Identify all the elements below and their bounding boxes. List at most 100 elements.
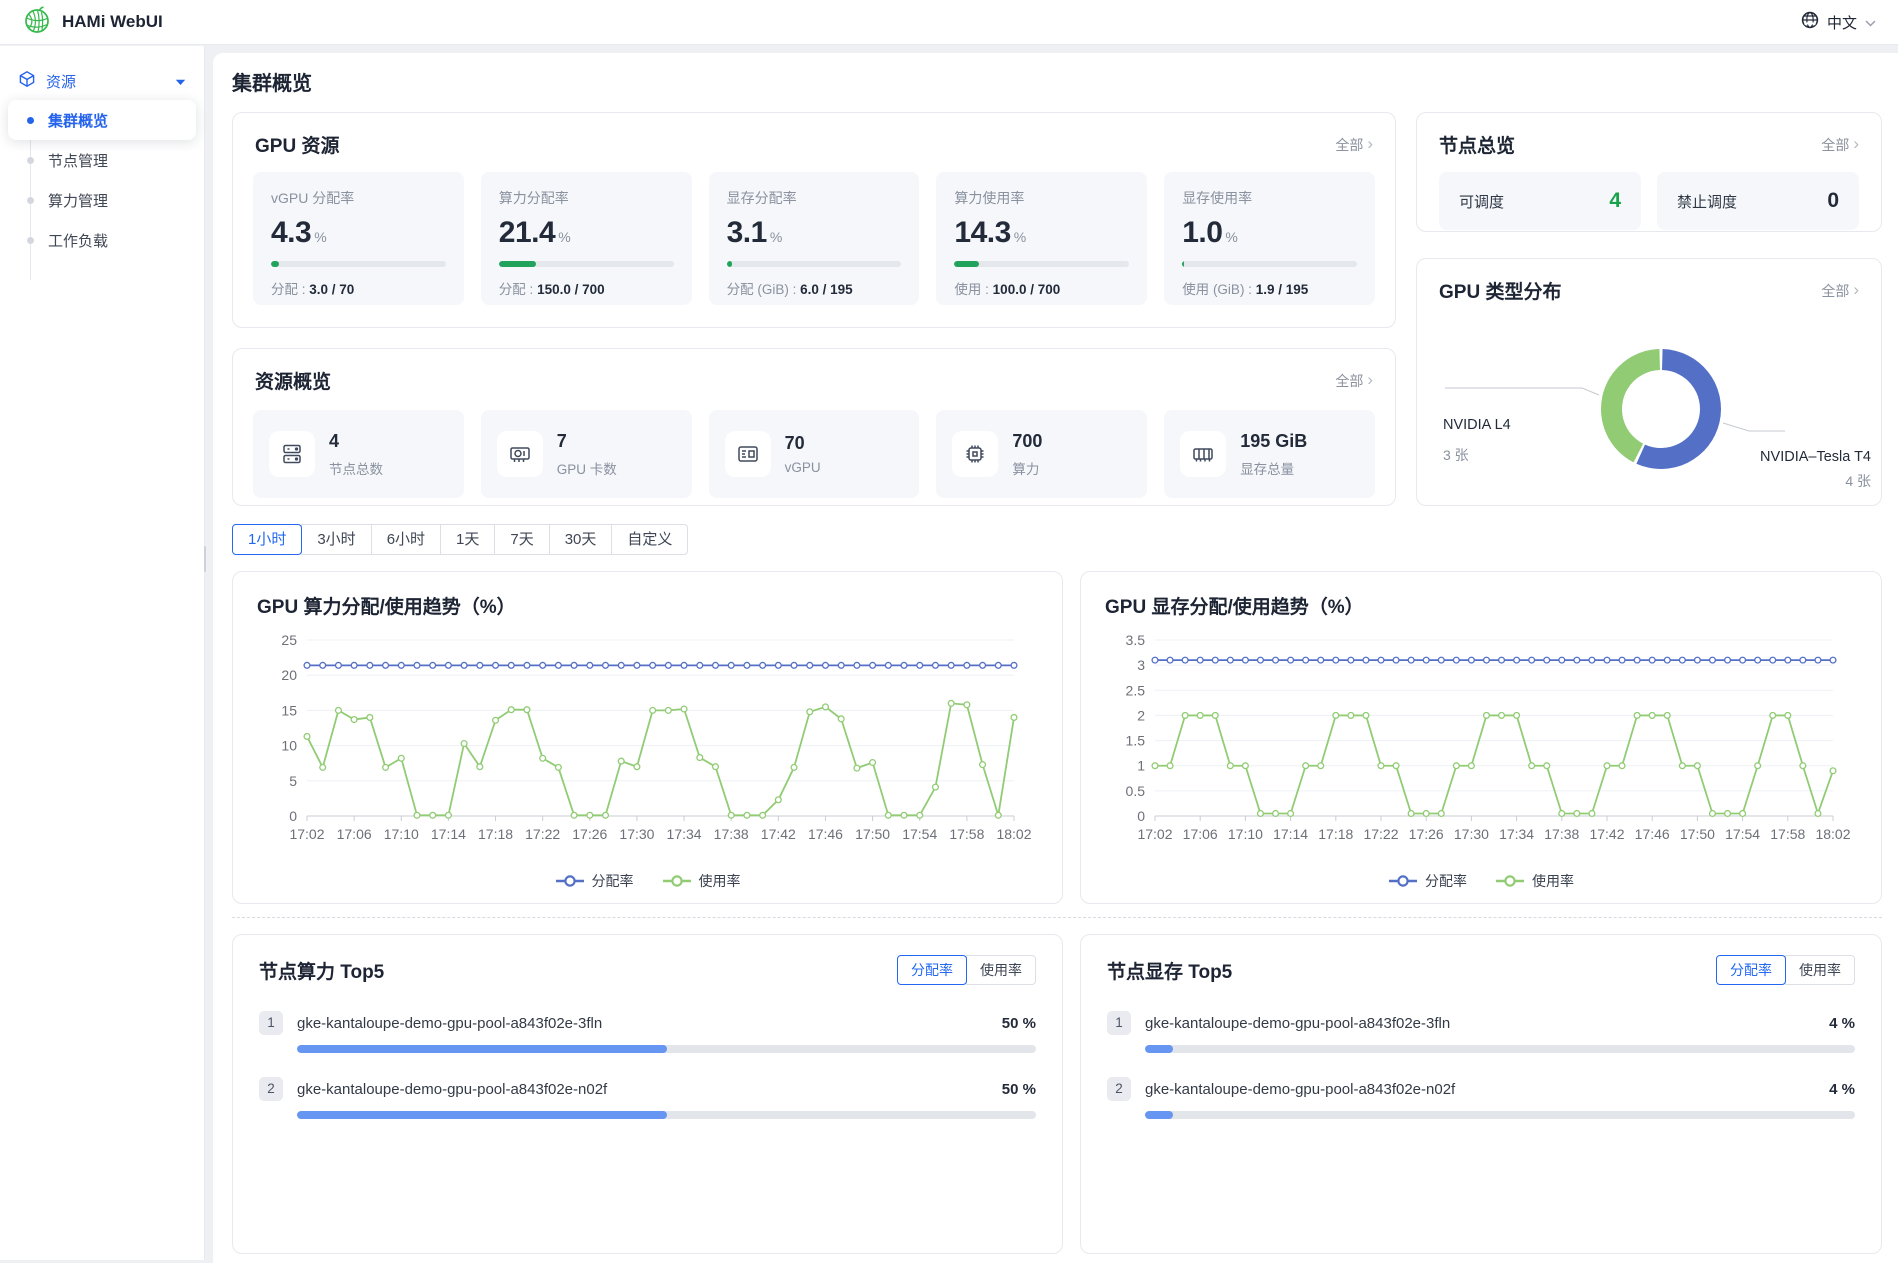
sidebar-item-label: 节点管理 xyxy=(48,150,108,171)
sidebar-item-cluster-overview[interactable]: 集群概览 xyxy=(8,100,196,140)
svg-text:17:10: 17:10 xyxy=(1228,826,1263,842)
legend-usage-rate[interactable]: 使用率 xyxy=(1495,871,1574,891)
res-tile-nodes: 4 节点总数 xyxy=(253,410,464,498)
svg-text:20: 20 xyxy=(281,667,297,683)
timeline-dot xyxy=(27,237,34,244)
memory-trend-chart: 00.511.522.533.517:0217:0617:1017:1417:1… xyxy=(1081,626,1881,850)
globe-icon xyxy=(1801,11,1819,33)
timeline-dot xyxy=(27,197,34,204)
chevron-right-icon: › xyxy=(1853,135,1859,152)
progress-bar xyxy=(1182,261,1357,267)
svg-text:17:38: 17:38 xyxy=(1544,826,1579,842)
sidebar-item-workload[interactable]: 工作负载 xyxy=(8,220,196,260)
node-name: gke-kantaloupe-demo-gpu-pool-a843f02e-n0… xyxy=(297,1081,988,1098)
tab-1d[interactable]: 1天 xyxy=(440,524,495,555)
progress-bar xyxy=(499,261,674,267)
sidebar-menu: 集群概览 节点管理 算力管理 工作负载 xyxy=(0,100,204,260)
legend-alloc-rate[interactable]: 分配率 xyxy=(555,871,634,891)
sidebar-item-compute-management[interactable]: 算力管理 xyxy=(8,180,196,220)
gpu-resource-view-all-link[interactable]: 全部› xyxy=(1335,135,1373,155)
svg-text:2.5: 2.5 xyxy=(1126,682,1146,698)
svg-text:17:10: 17:10 xyxy=(384,826,419,842)
res-tile-memory: 195 GiB 显存总量 xyxy=(1164,410,1375,498)
memory-trend-title: GPU 显存分配/使用趋势（%） xyxy=(1105,592,1364,619)
rank-badge: 2 xyxy=(1107,1077,1131,1101)
svg-text:17:34: 17:34 xyxy=(667,826,702,842)
stat-tile-vgpu-alloc: vGPU 分配率 4.3% 分配 : 3.0 / 70 xyxy=(253,172,464,305)
top-bar: HAMi WebUI 中文 xyxy=(0,0,1898,45)
top5-row: 2 gke-kantaloupe-demo-gpu-pool-a843f02e-… xyxy=(1107,1077,1855,1119)
node-value: 4 % xyxy=(1829,1081,1855,1098)
svg-text:3.5: 3.5 xyxy=(1126,632,1146,648)
toggle-usage-rate[interactable]: 使用率 xyxy=(1785,955,1855,985)
sidebar: 资源 集群概览 节点管理 算力管理 工作负载 xyxy=(0,46,205,1260)
res-tile-gpu-cards: 7 GPU 卡数 xyxy=(481,410,692,498)
node-bar xyxy=(297,1045,1036,1053)
toggle-alloc-rate[interactable]: 分配率 xyxy=(1716,955,1786,985)
top5-memory-toggle: 分配率 使用率 xyxy=(1716,955,1855,985)
hami-melon-logo-icon xyxy=(22,5,52,40)
rank-badge: 2 xyxy=(259,1077,283,1101)
svg-text:17:42: 17:42 xyxy=(761,826,796,842)
svg-text:17:14: 17:14 xyxy=(431,826,466,842)
svg-text:17:02: 17:02 xyxy=(289,826,324,842)
sidebar-section-resources[interactable]: 资源 xyxy=(0,66,204,96)
svg-text:0.5: 0.5 xyxy=(1126,783,1146,799)
svg-text:18:02: 18:02 xyxy=(996,826,1031,842)
top5-row: 1 gke-kantaloupe-demo-gpu-pool-a843f02e-… xyxy=(1107,1011,1855,1053)
compute-trend-chart: 051015202517:0217:0617:1017:1417:1817:22… xyxy=(233,626,1062,850)
timeline-dot xyxy=(27,117,34,124)
top5-memory-card: 节点显存 Top5 分配率 使用率 1 gke-kantaloupe-demo-… xyxy=(1080,934,1882,1254)
resource-overview-title: 资源概览 xyxy=(255,367,331,394)
gpu-type-view-all-link[interactable]: 全部› xyxy=(1821,281,1859,301)
svg-text:17:54: 17:54 xyxy=(1725,826,1760,842)
svg-text:5: 5 xyxy=(289,773,297,789)
section-divider xyxy=(232,917,1882,918)
tab-1h[interactable]: 1小时 xyxy=(232,524,302,555)
sidebar-item-label: 集群概览 xyxy=(48,110,108,131)
schedulable-stat: 可调度 4 xyxy=(1439,172,1641,230)
svg-text:0: 0 xyxy=(289,808,297,824)
donut-count-tesla-t4: 4 张 xyxy=(1721,471,1871,491)
node-value: 4 % xyxy=(1829,1015,1855,1032)
svg-text:1: 1 xyxy=(1137,758,1145,774)
progress-bar xyxy=(271,261,446,267)
tab-7d[interactable]: 7天 xyxy=(494,524,549,555)
svg-text:17:50: 17:50 xyxy=(1680,826,1715,842)
time-range-tabs: 1小时 3小时 6小时 1天 7天 30天 自定义 xyxy=(232,524,688,555)
compute-chip-icon xyxy=(952,431,998,477)
resource-overview-view-all-link[interactable]: 全部› xyxy=(1335,371,1373,391)
legend-alloc-rate[interactable]: 分配率 xyxy=(1388,871,1467,891)
cube-icon xyxy=(18,70,36,92)
tab-3h[interactable]: 3小时 xyxy=(301,524,371,555)
svg-text:10: 10 xyxy=(281,738,297,754)
node-icon xyxy=(269,431,315,477)
chevron-down-icon xyxy=(1865,14,1876,31)
sidebar-item-label: 工作负载 xyxy=(48,230,108,251)
node-bar xyxy=(1145,1045,1855,1053)
svg-text:17:46: 17:46 xyxy=(1635,826,1670,842)
node-overview-view-all-link[interactable]: 全部› xyxy=(1821,135,1859,155)
toggle-usage-rate[interactable]: 使用率 xyxy=(966,955,1036,985)
rank-badge: 1 xyxy=(1107,1011,1131,1035)
svg-text:17:30: 17:30 xyxy=(619,826,654,842)
top5-compute-card: 节点算力 Top5 分配率 使用率 1 gke-kantaloupe-demo-… xyxy=(232,934,1063,1254)
tab-6h[interactable]: 6小时 xyxy=(371,524,441,555)
svg-text:17:50: 17:50 xyxy=(855,826,890,842)
donut-label-nvidia-l4: NVIDIA L4 xyxy=(1443,417,1511,433)
svg-text:17:30: 17:30 xyxy=(1454,826,1489,842)
legend-usage-rate[interactable]: 使用率 xyxy=(662,871,741,891)
caret-down-icon[interactable] xyxy=(175,73,186,90)
language-selector[interactable]: 中文 xyxy=(1801,11,1876,33)
toggle-alloc-rate[interactable]: 分配率 xyxy=(897,955,967,985)
tab-custom[interactable]: 自定义 xyxy=(611,524,688,555)
tab-30d[interactable]: 30天 xyxy=(549,524,613,555)
donut-label-tesla-t4: NVIDIA–Tesla T4 xyxy=(1721,449,1871,465)
sidebar-resize-handle[interactable] xyxy=(204,546,206,572)
svg-text:3: 3 xyxy=(1137,657,1145,673)
svg-text:17:58: 17:58 xyxy=(1770,826,1805,842)
chevron-right-icon: › xyxy=(1367,371,1373,388)
svg-text:17:54: 17:54 xyxy=(902,826,937,842)
sidebar-item-node-management[interactable]: 节点管理 xyxy=(8,140,196,180)
svg-text:17:34: 17:34 xyxy=(1499,826,1534,842)
